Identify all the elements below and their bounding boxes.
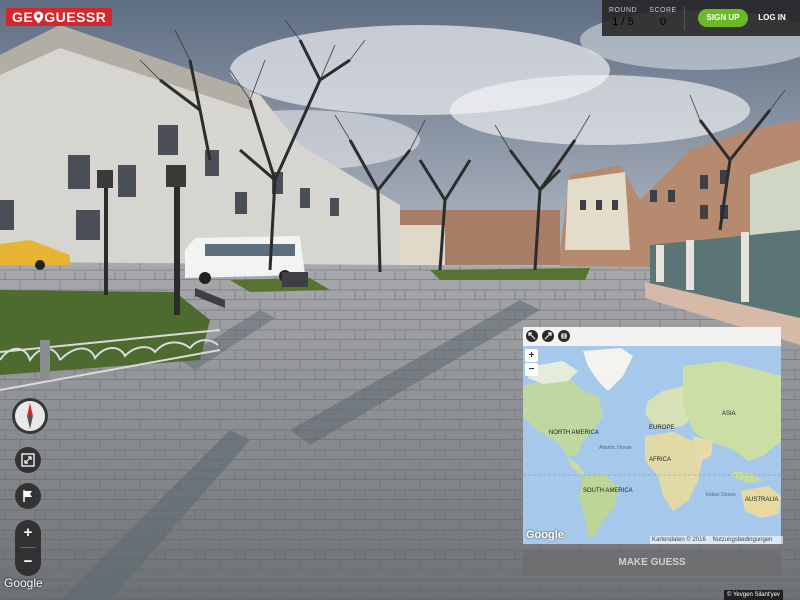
map-pin-icon	[33, 11, 44, 23]
score-indicator: SCORE 0	[644, 7, 682, 28]
panorama-zoom-control: + −	[15, 520, 41, 576]
label-africa: AFRICA	[649, 457, 671, 463]
label-australia: AUSTRALIA	[745, 497, 778, 503]
google-logo: Google	[4, 576, 43, 590]
label-asia: ASIA	[722, 411, 736, 417]
map-attribution: Kartendaten © 2016 Nutzungsbedingungen	[650, 536, 783, 544]
compass-button[interactable]	[12, 398, 48, 434]
pin-toggle-icon	[561, 333, 567, 339]
zoom-divider	[20, 547, 36, 548]
logo-text-prefix: GE	[12, 9, 34, 25]
label-atlantic-ocean: Atlantic Ocean	[599, 445, 632, 451]
geoguessr-logo[interactable]: GE GUESSR	[6, 8, 113, 26]
fullscreen-button[interactable]	[15, 447, 41, 473]
return-to-start-button[interactable]	[15, 483, 41, 509]
photo-credit: © Yevgen Silant'yev	[724, 590, 783, 600]
round-value: 1 / 5	[612, 16, 634, 28]
panorama-zoom-in-button[interactable]: +	[15, 520, 41, 546]
map-terms-link[interactable]: Nutzungsbedingungen	[712, 537, 772, 543]
compass-icon	[15, 401, 45, 431]
map-toolbar	[523, 327, 781, 346]
sign-up-button[interactable]: SIGN UP	[698, 9, 748, 27]
fullscreen-icon	[21, 453, 35, 467]
world-map[interactable]: NORTH AMERICA EUROPE AFRICA ASIA SOUTH A…	[523, 346, 781, 544]
round-indicator: ROUND 1 / 5	[604, 7, 642, 28]
map-zoom-in-button[interactable]: +	[525, 349, 538, 362]
shrink-diagonal-icon	[528, 332, 536, 340]
map-shrink-button[interactable]	[526, 330, 538, 342]
expand-diagonal-icon	[544, 332, 552, 340]
map-expand-button[interactable]	[542, 330, 554, 342]
guess-map[interactable]: NORTH AMERICA EUROPE AFRICA ASIA SOUTH A…	[523, 346, 781, 544]
map-zoom-out-button[interactable]: −	[525, 363, 538, 376]
panorama-zoom-out-button[interactable]: −	[15, 549, 41, 575]
label-north-america: NORTH AMERICA	[549, 430, 599, 436]
label-indian-ocean: Indian Ocean	[706, 492, 736, 498]
topbar-divider	[684, 6, 685, 30]
label-europe: EUROPE	[649, 425, 674, 431]
logo-text-suffix: GUESSR	[44, 9, 107, 25]
map-pin-toggle-button[interactable]	[558, 330, 570, 342]
make-guess-button[interactable]: MAKE GUESS	[523, 550, 781, 576]
score-label: SCORE	[649, 7, 677, 14]
flag-icon	[23, 490, 32, 502]
label-south-america: SOUTH AMERICA	[583, 488, 633, 494]
score-value: 0	[659, 16, 667, 28]
round-label: ROUND	[608, 7, 638, 14]
log-in-button[interactable]: LOG IN	[754, 9, 790, 27]
map-google-logo: Google	[526, 529, 564, 541]
map-data-credit: Kartendaten © 2016	[652, 537, 706, 543]
